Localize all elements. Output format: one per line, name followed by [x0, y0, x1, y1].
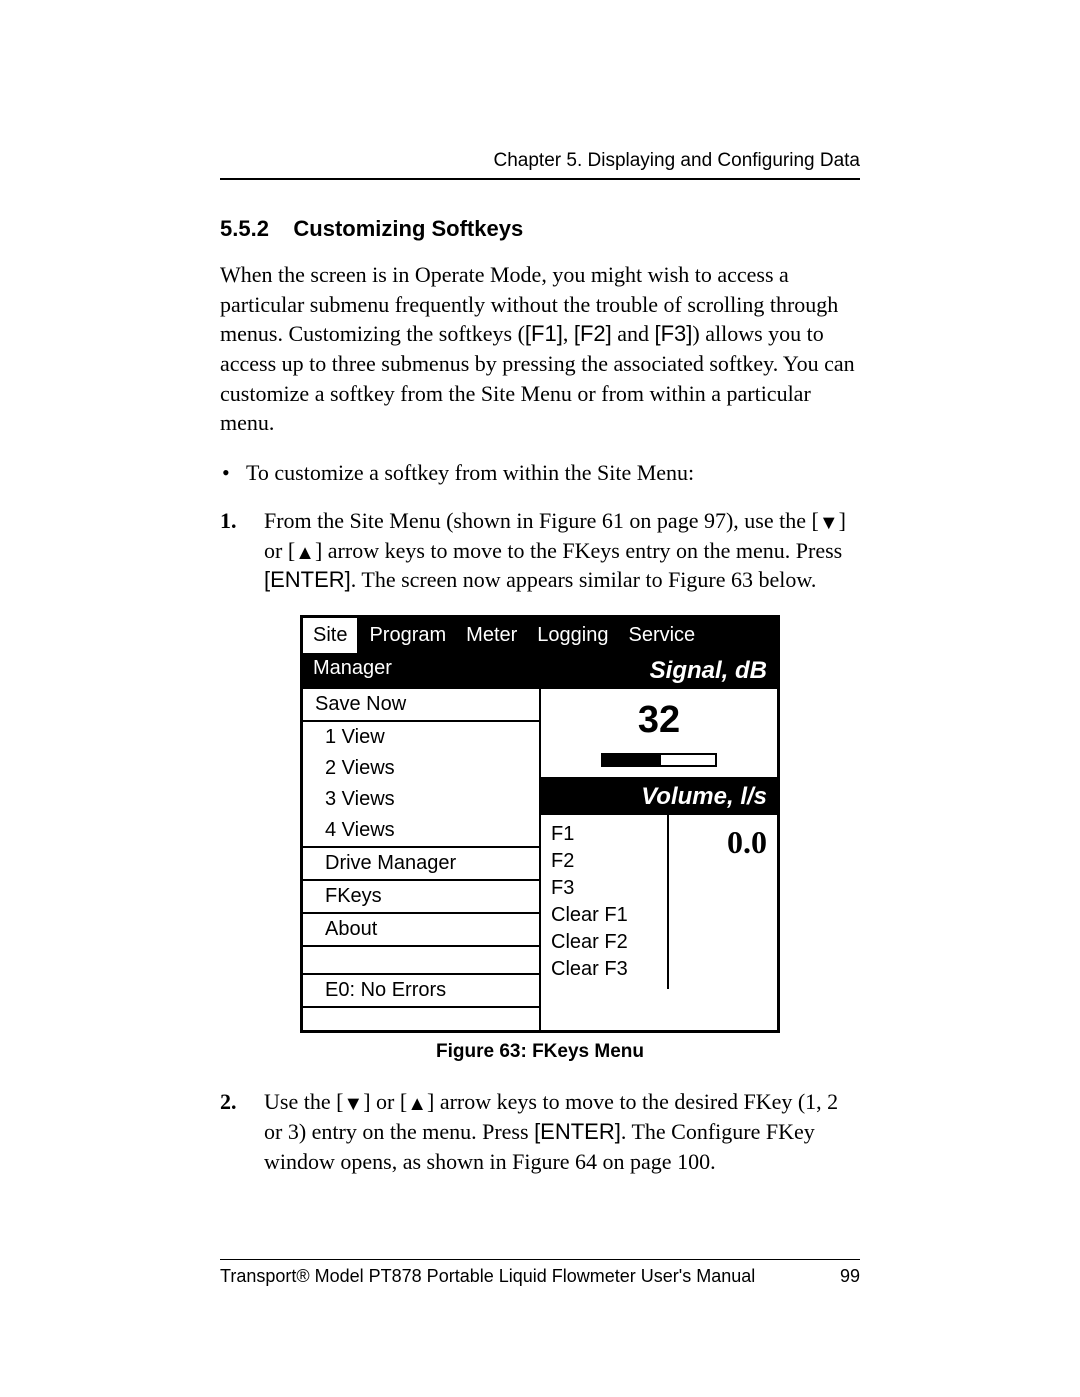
bar-segment-empty: [659, 753, 717, 767]
text: . The screen now appears similar to Figu…: [351, 567, 817, 592]
fkey-f2[interactable]: F2: [551, 848, 657, 875]
up-arrow-icon: ▲: [295, 543, 315, 563]
tab-site[interactable]: Site: [303, 618, 359, 653]
key-f1: [F1]: [525, 321, 563, 346]
footer-title: Transport® Model PT878 Portable Liquid F…: [220, 1266, 755, 1287]
menu-3-views[interactable]: 3 Views: [303, 784, 539, 815]
fkey-submenu: F1 F2 F3 Clear F1 Clear F2 Clear F3: [541, 815, 667, 989]
fkey-f3[interactable]: F3: [551, 875, 657, 902]
text: and: [612, 321, 655, 346]
menu-drive-manager[interactable]: Drive Manager: [303, 848, 539, 879]
text: ] or [: [363, 1089, 407, 1114]
status-line: E0: No Errors: [303, 975, 539, 1006]
section-heading: 5.5.2 Customizing Softkeys: [220, 216, 860, 242]
bottom-rule: [220, 1259, 860, 1260]
up-arrow-icon: ▲: [407, 1094, 427, 1114]
bullet-item: To customize a softkey from within the S…: [220, 458, 860, 488]
header-right-signal: Signal, dB: [540, 653, 777, 689]
section-title: Customizing Softkeys: [293, 216, 523, 241]
header-row: Manager Signal, dB: [303, 653, 777, 689]
menu-1-view[interactable]: 1 View: [303, 722, 539, 753]
menu-tabs: Site Program Meter Logging Service: [303, 618, 777, 653]
signal-value: 32: [551, 695, 767, 746]
left-menu-column: Save Now 1 View 2 Views 3 Views 4 Views …: [303, 689, 541, 1030]
device-screen: Site Program Meter Logging Service Manag…: [300, 615, 780, 1033]
fkey-clear-f2[interactable]: Clear F2: [551, 929, 657, 956]
step-list-1: 1. From the Site Menu (shown in Figure 6…: [220, 506, 860, 595]
text: Use the [: [264, 1089, 343, 1114]
header-left: Manager: [303, 653, 540, 689]
device-body: Save Now 1 View 2 Views 3 Views 4 Views …: [303, 689, 777, 1030]
menu-save-now[interactable]: Save Now: [303, 689, 539, 720]
volume-header: Volume, l/s: [541, 779, 777, 815]
fkey-clear-f3[interactable]: Clear F3: [551, 956, 657, 983]
menu-4-views[interactable]: 4 Views: [303, 815, 539, 846]
text: ,: [563, 321, 574, 346]
step-2: 2. Use the [▼] or [▲] arrow keys to move…: [220, 1087, 860, 1176]
down-arrow-icon: ▼: [819, 513, 839, 533]
bar-segment-filled: [601, 753, 659, 767]
tab-logging[interactable]: Logging: [527, 618, 618, 653]
key-f2: [F2]: [574, 321, 612, 346]
key-enter: [ENTER]: [534, 1119, 621, 1144]
step-1: 1. From the Site Menu (shown in Figure 6…: [220, 506, 860, 595]
menu-about[interactable]: About: [303, 914, 539, 945]
fkey-clear-f1[interactable]: Clear F1: [551, 902, 657, 929]
figure-caption: Figure 63: FKeys Menu: [436, 1041, 644, 1063]
menu-2-views[interactable]: 2 Views: [303, 753, 539, 784]
intro-paragraph: When the screen is in Operate Mode, you …: [220, 260, 860, 438]
text: ] arrow keys to move to the FKeys entry …: [315, 538, 842, 563]
volume-value: 0.0: [667, 815, 777, 989]
menu-fkeys[interactable]: FKeys: [303, 881, 539, 912]
text: From the Site Menu (shown in Figure 61 o…: [264, 508, 819, 533]
step-number: 1.: [220, 506, 237, 536]
chapter-header: Chapter 5. Displaying and Configuring Da…: [220, 150, 860, 172]
step-number: 2.: [220, 1087, 237, 1117]
down-arrow-icon: ▼: [343, 1094, 363, 1114]
step-list-2: 2. Use the [▼] or [▲] arrow keys to move…: [220, 1087, 860, 1176]
bullet-list: To customize a softkey from within the S…: [220, 458, 860, 488]
figure-63: Site Program Meter Logging Service Manag…: [220, 615, 860, 1063]
right-column: 32 Volume, l/s F1 F2 F3 Clear F1: [541, 689, 777, 1030]
volume-panel: F1 F2 F3 Clear F1 Clear F2 Clear F3 0.0: [541, 815, 777, 989]
page-footer: Transport® Model PT878 Portable Liquid F…: [220, 1259, 860, 1287]
key-f3: [F3]: [655, 321, 693, 346]
page-number: 99: [840, 1266, 860, 1287]
tab-program[interactable]: Program: [359, 618, 456, 653]
key-enter: [ENTER]: [264, 567, 351, 592]
tab-service[interactable]: Service: [618, 618, 705, 653]
top-rule: [220, 178, 860, 180]
document-page: Chapter 5. Displaying and Configuring Da…: [0, 0, 1080, 1397]
signal-panel: 32: [541, 689, 777, 778]
section-number: 5.5.2: [220, 216, 269, 241]
fkey-f1[interactable]: F1: [551, 821, 657, 848]
tab-meter[interactable]: Meter: [456, 618, 527, 653]
signal-bar: [551, 753, 767, 767]
